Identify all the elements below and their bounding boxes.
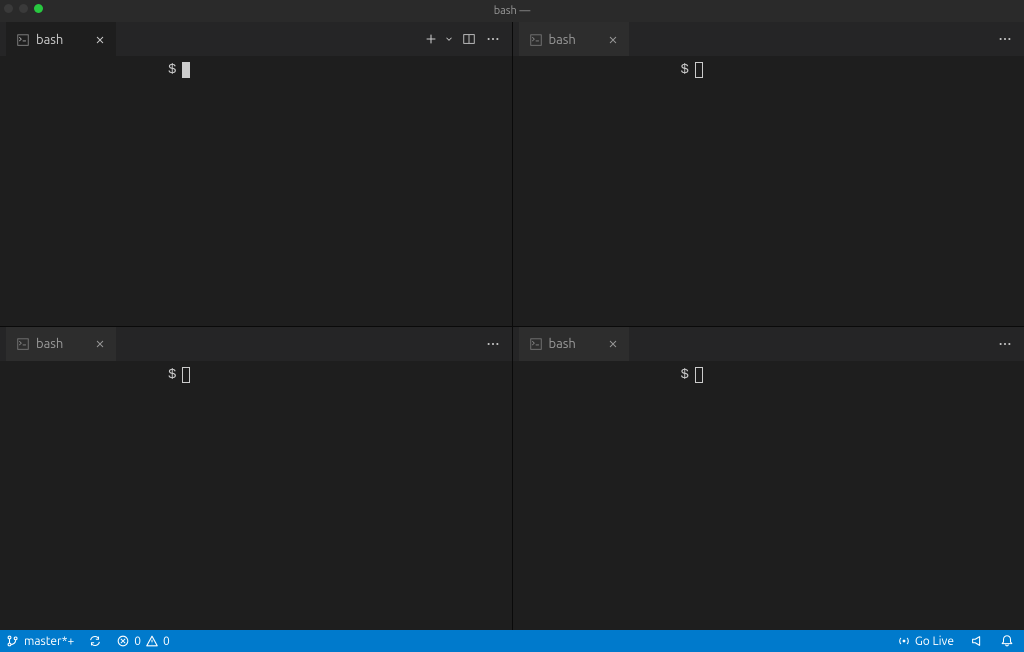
sync-status[interactable] xyxy=(86,630,104,652)
window-minimize-button[interactable] xyxy=(19,4,28,13)
tab-bash[interactable]: bash xyxy=(6,327,116,361)
terminal-cursor xyxy=(695,367,703,383)
notifications-button[interactable] xyxy=(998,630,1016,652)
feedback-button[interactable] xyxy=(968,630,986,652)
window-titlebar: bash — xyxy=(0,0,1024,22)
tab-actions xyxy=(994,22,1020,56)
tab-label: bash xyxy=(549,337,599,351)
warning-count: 0 xyxy=(163,635,170,648)
window-controls xyxy=(4,4,43,13)
go-live-label: Go Live xyxy=(915,635,954,648)
tab-bar: bash xyxy=(0,22,512,56)
terminal-body[interactable]: $ xyxy=(513,361,1024,631)
terminal-pane: bash xyxy=(0,22,512,326)
prompt-line: $ xyxy=(168,367,512,383)
more-actions-button[interactable] xyxy=(482,28,504,50)
window-maximize-button[interactable] xyxy=(34,4,43,13)
terminal-body[interactable]: $ xyxy=(0,56,512,326)
git-branch-status[interactable]: master*+ xyxy=(4,630,76,652)
prompt-line: $ xyxy=(168,62,512,78)
broadcast-icon xyxy=(897,634,911,648)
terminal-icon xyxy=(529,337,543,351)
tab-label: bash xyxy=(36,33,86,47)
tab-bar: bash xyxy=(513,22,1024,56)
terminal-cursor xyxy=(182,62,190,78)
more-actions-button[interactable] xyxy=(994,333,1016,355)
tab-close-button[interactable] xyxy=(605,32,621,48)
prompt-symbol: $ xyxy=(168,62,176,78)
bell-icon xyxy=(1000,634,1014,648)
more-actions-button[interactable] xyxy=(482,333,504,355)
terminal-pane: bash $ xyxy=(513,327,1024,631)
problems-status[interactable]: 0 0 xyxy=(114,630,172,652)
prompt-symbol: $ xyxy=(681,62,689,78)
tab-bash[interactable]: bash xyxy=(519,327,629,361)
go-live-button[interactable]: Go Live xyxy=(895,630,956,652)
megaphone-icon xyxy=(970,634,984,648)
tab-bar: bash xyxy=(513,327,1024,361)
tab-actions xyxy=(482,327,508,361)
tab-label: bash xyxy=(36,337,86,351)
terminal-pane: bash $ xyxy=(0,327,512,631)
prompt-line: $ xyxy=(681,62,1024,78)
tab-bash[interactable]: bash xyxy=(6,22,116,56)
prompt-symbol: $ xyxy=(168,367,176,383)
prompt-symbol: $ xyxy=(681,367,689,383)
window-title: bash — xyxy=(494,5,531,17)
tab-label: bash xyxy=(549,33,599,47)
sync-icon xyxy=(88,634,102,648)
terminal-cursor xyxy=(695,62,703,78)
git-branch-icon xyxy=(6,634,20,648)
terminal-icon xyxy=(16,33,30,47)
status-bar: master*+ 0 0 Go Live xyxy=(0,630,1024,652)
split-editor-button[interactable] xyxy=(458,28,480,50)
terminal-icon xyxy=(529,33,543,47)
tab-bar: bash xyxy=(0,327,512,361)
terminal-icon xyxy=(16,337,30,351)
tab-close-button[interactable] xyxy=(92,336,108,352)
terminal-cursor xyxy=(182,367,190,383)
new-terminal-button[interactable] xyxy=(420,28,442,50)
prompt-line: $ xyxy=(681,367,1024,383)
window-close-button[interactable] xyxy=(4,4,13,13)
terminal-pane: bash $ xyxy=(513,22,1024,326)
more-actions-button[interactable] xyxy=(994,28,1016,50)
error-count: 0 xyxy=(134,635,141,648)
warning-icon xyxy=(145,634,159,648)
error-icon xyxy=(116,634,130,648)
tab-close-button[interactable] xyxy=(605,336,621,352)
tab-close-button[interactable] xyxy=(92,32,108,48)
tab-actions xyxy=(994,327,1020,361)
editor-grid: bash xyxy=(0,22,1024,630)
tab-bash[interactable]: bash xyxy=(519,22,629,56)
tab-actions xyxy=(420,22,508,56)
terminal-body[interactable]: $ xyxy=(0,361,512,631)
git-branch-label: master*+ xyxy=(24,635,74,648)
terminal-body[interactable]: $ xyxy=(513,56,1024,326)
new-terminal-dropdown[interactable] xyxy=(442,28,456,50)
